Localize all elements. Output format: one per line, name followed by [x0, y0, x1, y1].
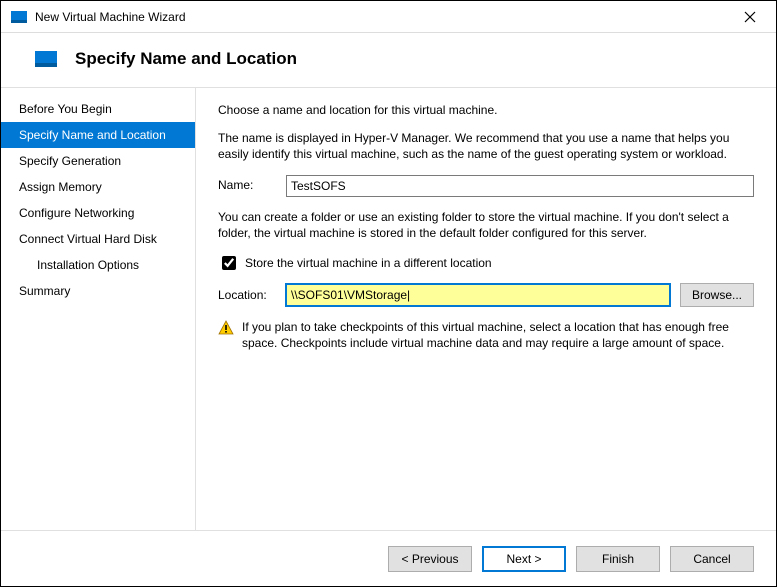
- wizard-sidebar: Before You Begin Specify Name and Locati…: [1, 88, 196, 530]
- store-different-location-checkbox[interactable]: [222, 256, 236, 270]
- finish-button[interactable]: Finish: [576, 546, 660, 572]
- sidebar-item-specify-generation[interactable]: Specify Generation: [1, 148, 195, 174]
- wizard-content: Choose a name and location for this virt…: [196, 88, 776, 530]
- name-input[interactable]: [286, 175, 754, 197]
- location-row: Location: Browse...: [218, 283, 754, 307]
- wizard-body: Before You Begin Specify Name and Locati…: [1, 88, 776, 530]
- sidebar-item-assign-memory[interactable]: Assign Memory: [1, 174, 195, 200]
- previous-button[interactable]: < Previous: [388, 546, 472, 572]
- store-checkbox-label: Store the virtual machine in a different…: [245, 255, 492, 271]
- window-title: New Virtual Machine Wizard: [35, 10, 730, 24]
- location-help-text: You can create a folder or use an existi…: [218, 209, 754, 241]
- cancel-button[interactable]: Cancel: [670, 546, 754, 572]
- location-label: Location:: [218, 287, 276, 303]
- warning-text: If you plan to take checkpoints of this …: [242, 319, 754, 351]
- app-icon: [11, 11, 27, 23]
- browse-button[interactable]: Browse...: [680, 283, 754, 307]
- location-input[interactable]: [286, 284, 670, 306]
- sidebar-item-configure-networking[interactable]: Configure Networking: [1, 200, 195, 226]
- sidebar-item-before-you-begin[interactable]: Before You Begin: [1, 96, 195, 122]
- name-label: Name:: [218, 177, 276, 193]
- warning-icon: [218, 320, 234, 336]
- sidebar-item-connect-vhd[interactable]: Connect Virtual Hard Disk: [1, 226, 195, 252]
- titlebar: New Virtual Machine Wizard: [1, 1, 776, 33]
- sidebar-item-summary[interactable]: Summary: [1, 278, 195, 304]
- close-button[interactable]: [730, 3, 770, 31]
- wizard-window: New Virtual Machine Wizard Specify Name …: [0, 0, 777, 587]
- page-title: Specify Name and Location: [75, 49, 297, 69]
- sidebar-item-installation-options[interactable]: Installation Options: [1, 252, 195, 278]
- close-icon: [744, 11, 756, 23]
- wizard-icon: [35, 51, 57, 67]
- name-row: Name:: [218, 175, 754, 197]
- next-button[interactable]: Next >: [482, 546, 566, 572]
- name-help-text: The name is displayed in Hyper-V Manager…: [218, 130, 754, 162]
- warning-row: If you plan to take checkpoints of this …: [218, 319, 754, 351]
- wizard-footer: < Previous Next > Finish Cancel: [1, 530, 776, 586]
- wizard-header: Specify Name and Location: [1, 33, 776, 88]
- store-checkbox-row: Store the virtual machine in a different…: [218, 253, 754, 273]
- sidebar-item-specify-name-location[interactable]: Specify Name and Location: [1, 122, 195, 148]
- intro-text: Choose a name and location for this virt…: [218, 102, 754, 118]
